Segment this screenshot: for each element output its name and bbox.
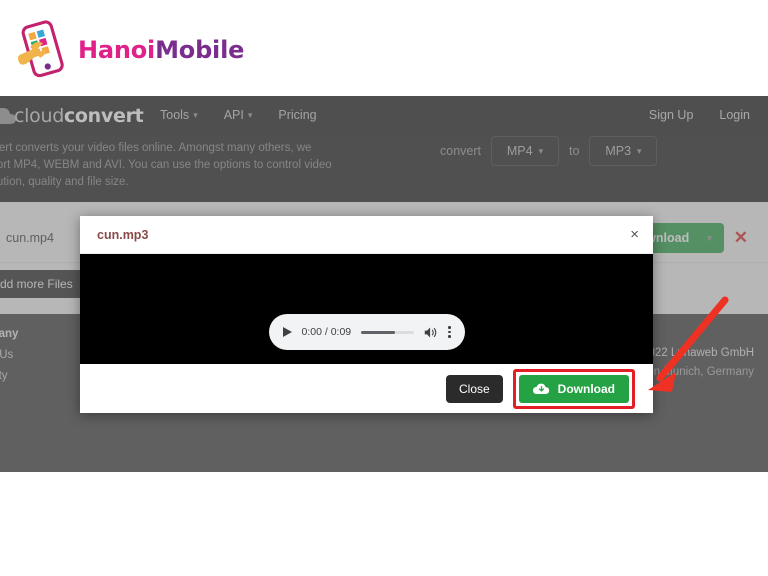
close-button[interactable]: Close (445, 374, 503, 403)
modal-title: cun.mp3 (97, 227, 149, 242)
volume-icon[interactable] (424, 326, 438, 339)
brand-name-part1: Hanoi (78, 36, 156, 64)
smartphone-wrench-icon (18, 20, 64, 78)
more-vertical-icon[interactable] (448, 326, 451, 338)
brand-name-part2: Mobile (155, 36, 245, 64)
modal-footer: Close Download (80, 364, 653, 413)
player-time: 0:00 / 0:09 (301, 326, 352, 338)
site-logo[interactable]: HanoiMobile (14, 20, 244, 80)
download-highlight-box: Download (512, 368, 635, 409)
media-preview-area: 0:00 / 0:09 (80, 254, 653, 364)
play-icon[interactable] (282, 327, 292, 337)
modal-header: cun.mp3 × (80, 216, 653, 254)
audio-player[interactable]: 0:00 / 0:09 (268, 314, 465, 350)
close-icon[interactable]: × (630, 227, 639, 242)
cloud-download-icon (532, 383, 549, 395)
progress-bar[interactable] (361, 330, 415, 334)
brand-name: HanoiMobile (78, 36, 244, 64)
cloudconvert-screenshot: cloudconvert Tools ▾ API ▾ Pricing Sign … (0, 96, 768, 472)
download-button-label: Download (557, 381, 615, 396)
preview-modal: cun.mp3 × 0:00 / 0:09 Close Download (80, 216, 653, 413)
brand-band: HanoiMobile (0, 0, 768, 96)
download-button[interactable]: Download (518, 374, 629, 403)
page-root: HanoiMobile cloudconvert Tools ▾ API ▾ (0, 0, 768, 576)
